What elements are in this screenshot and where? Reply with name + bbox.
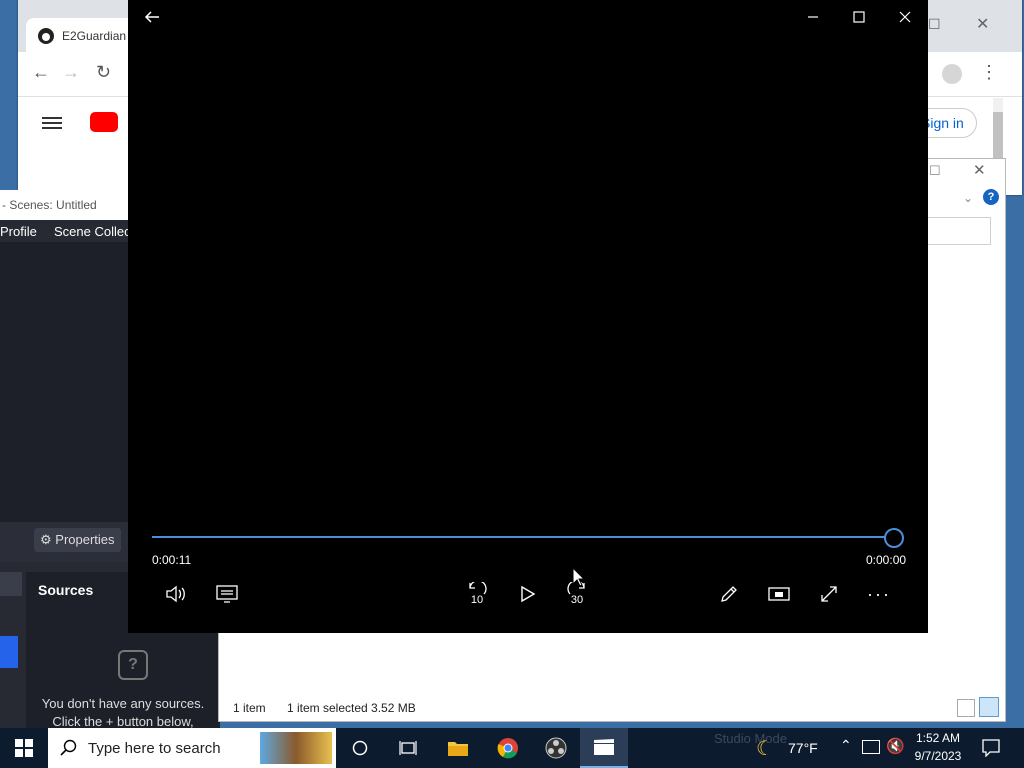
close-icon[interactable] bbox=[898, 10, 912, 24]
play-button[interactable] bbox=[514, 580, 542, 608]
skip-back-button[interactable]: 10 bbox=[462, 578, 492, 610]
item-count: 1 item bbox=[233, 701, 266, 715]
reload-icon[interactable]: ↻ bbox=[96, 62, 111, 83]
ribbon-expand-icon[interactable]: ⌄ bbox=[963, 191, 973, 205]
back-arrow-icon[interactable]: ← bbox=[32, 62, 50, 83]
folder-icon bbox=[448, 742, 468, 756]
browser-close-icon[interactable]: ✕ bbox=[976, 14, 989, 34]
forward-arrow-icon[interactable]: → bbox=[62, 62, 80, 83]
mini-view-button[interactable] bbox=[764, 580, 794, 608]
hamburger-menu-icon[interactable] bbox=[42, 114, 62, 132]
obs-icon bbox=[545, 737, 567, 759]
minimize-icon[interactable] bbox=[806, 10, 820, 24]
browser-maximize-icon[interactable]: ☐ bbox=[928, 16, 941, 33]
youtube-logo-icon bbox=[90, 112, 118, 132]
properties-button[interactable]: ⚙ Properties bbox=[34, 528, 121, 552]
maximize-icon[interactable] bbox=[852, 10, 866, 24]
obs-window-title: - Scenes: Untitled bbox=[2, 198, 97, 212]
file-explorer-taskbar-button[interactable] bbox=[434, 728, 482, 768]
windows-logo-icon bbox=[15, 739, 33, 757]
seek-fill bbox=[152, 536, 894, 538]
more-options-icon[interactable]: ··· bbox=[864, 580, 894, 608]
explorer-statusbar: 1 item 1 item selected 3.52 MB bbox=[219, 695, 1005, 721]
edit-button[interactable] bbox=[714, 580, 744, 608]
mouse-cursor-icon bbox=[572, 567, 586, 587]
captions-button[interactable] bbox=[212, 580, 242, 608]
search-icon bbox=[60, 739, 77, 756]
sources-empty-line1: You don't have any sources. bbox=[41, 696, 205, 711]
volume-icon bbox=[166, 585, 185, 603]
obs-taskbar-button[interactable] bbox=[532, 728, 580, 768]
pencil-icon bbox=[721, 586, 737, 602]
properties-label: Properties bbox=[55, 532, 115, 547]
weather-moon-icon[interactable]: ☾ bbox=[756, 736, 774, 761]
taskbar-search-box[interactable]: Type here to search bbox=[48, 728, 336, 768]
seek-thumb[interactable] bbox=[884, 528, 904, 548]
scenes-dock-toggle-icon[interactable] bbox=[0, 572, 22, 596]
seek-track[interactable] bbox=[152, 536, 894, 538]
volume-button[interactable] bbox=[162, 580, 192, 608]
cortana-button[interactable] bbox=[336, 728, 384, 768]
scene-selected-indicator bbox=[0, 636, 18, 668]
task-view-icon bbox=[399, 741, 417, 755]
elapsed-time: 0:00:11 bbox=[152, 553, 192, 567]
explorer-close-icon[interactable]: ✕ bbox=[973, 161, 986, 179]
gear-icon: ⚙ bbox=[40, 532, 52, 547]
browser-tab-title: E2Guardian bbox=[62, 29, 127, 43]
large-icons-view-icon[interactable] bbox=[979, 697, 999, 717]
github-icon bbox=[38, 28, 54, 44]
movies-tv-taskbar-button[interactable] bbox=[580, 728, 628, 768]
explorer-search-box[interactable] bbox=[919, 217, 991, 245]
search-highlight-icon bbox=[260, 732, 332, 764]
details-view-icon[interactable] bbox=[957, 699, 975, 717]
clapperboard-icon bbox=[594, 739, 614, 755]
profile-icon[interactable] bbox=[942, 64, 962, 84]
selected-info: 1 item selected 3.52 MB bbox=[287, 701, 416, 715]
remaining-time: 0:00:00 bbox=[866, 553, 907, 567]
cortana-circle-icon bbox=[352, 740, 368, 756]
chrome-taskbar-button[interactable] bbox=[484, 728, 532, 768]
volume-muted-icon[interactable]: 🔇 bbox=[886, 737, 905, 755]
fullscreen-icon bbox=[821, 586, 837, 602]
start-button[interactable] bbox=[0, 728, 48, 768]
chrome-icon bbox=[497, 738, 518, 759]
fullscreen-button[interactable] bbox=[814, 580, 844, 608]
show-hidden-icons-icon[interactable]: ⌃ bbox=[840, 737, 852, 754]
play-icon bbox=[521, 585, 536, 603]
sources-title: Sources bbox=[38, 582, 94, 598]
notification-icon bbox=[982, 739, 1000, 757]
skip-back-label: 10 bbox=[470, 594, 484, 606]
weather-temperature[interactable]: 77°F bbox=[788, 740, 818, 756]
search-placeholder: Type here to search bbox=[88, 740, 221, 757]
captions-icon bbox=[216, 585, 238, 603]
studio-mode-label: Studio Mode bbox=[714, 731, 787, 746]
video-surface[interactable] bbox=[128, 30, 928, 520]
clock-time[interactable]: 1:52 AM bbox=[908, 731, 968, 745]
back-arrow-icon[interactable] bbox=[144, 9, 160, 25]
media-player-window: 0:00:11 0:00:00 10 30 ··· bbox=[128, 0, 928, 633]
explorer-maximize-icon[interactable]: ☐ bbox=[929, 163, 941, 179]
clock-date[interactable]: 9/7/2023 bbox=[908, 749, 968, 763]
question-icon: ? bbox=[118, 650, 148, 680]
task-view-button[interactable] bbox=[384, 728, 432, 768]
skip-forward-label: 30 bbox=[570, 594, 584, 606]
more-vert-icon[interactable]: ⋮ bbox=[980, 62, 998, 83]
sources-empty-line2: Click the + button below, bbox=[52, 714, 194, 729]
mini-view-icon bbox=[768, 587, 790, 601]
taskbar: Type here to search Studio Mode ☾ 77°F ⌃… bbox=[0, 728, 1024, 768]
help-icon[interactable]: ? bbox=[983, 189, 999, 205]
menu-profile[interactable]: Profile bbox=[0, 224, 37, 239]
network-icon[interactable] bbox=[862, 740, 880, 754]
notifications-button[interactable] bbox=[982, 739, 1000, 757]
menu-scene-collection[interactable]: Scene Collec bbox=[54, 224, 131, 239]
